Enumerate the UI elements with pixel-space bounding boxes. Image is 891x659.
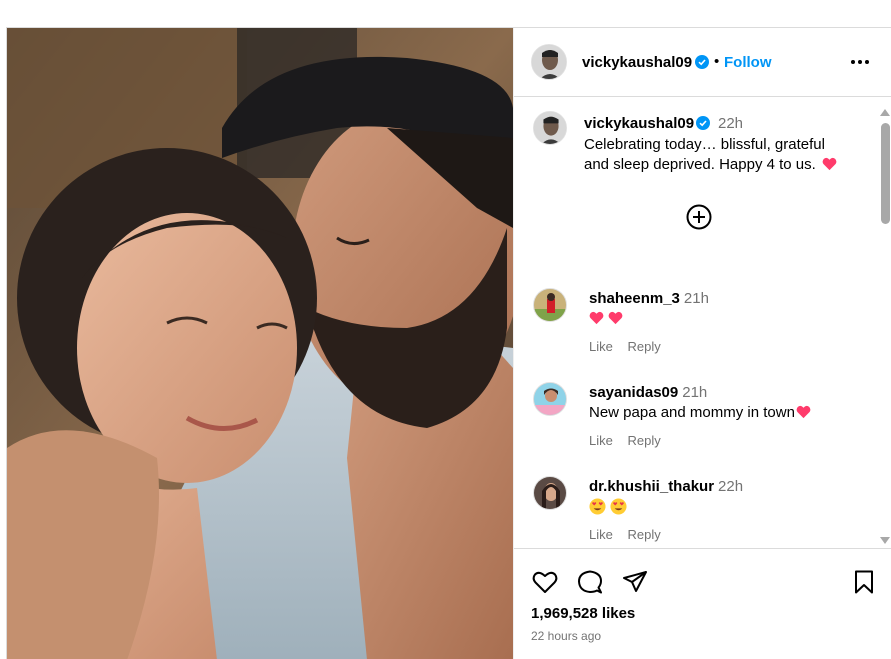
- comment-header: shaheenm_3 21h: [589, 290, 709, 307]
- avatar-image: [534, 383, 566, 415]
- comment-timestamp[interactable]: 22h: [718, 478, 743, 495]
- commenter-username[interactable]: sayanidas09: [589, 384, 678, 401]
- comment-timestamp[interactable]: 21h: [684, 290, 709, 307]
- comment-reply-button[interactable]: Reply: [627, 433, 660, 448]
- comment-like-button[interactable]: Like: [589, 527, 613, 542]
- post-side-panel: vickykaushal09 • Follow vickykaushal09 2…: [513, 28, 891, 659]
- heart-eyes-emoji-icon: [610, 498, 627, 515]
- comment-item: shaheenm_3 21h Like Reply: [514, 288, 874, 378]
- heart-emoji-icon: [589, 311, 604, 325]
- scrollbar-thumb[interactable]: [881, 123, 890, 224]
- post-dialog: vickykaushal09 • Follow vickykaushal09 2…: [6, 27, 891, 659]
- caption-username[interactable]: vickykaushal09: [584, 115, 694, 132]
- comment-item: dr.khushii_thakur 22h Like Reply: [514, 476, 874, 551]
- heart-eyes-emoji-icon: [589, 498, 606, 515]
- avatar-image: [532, 45, 566, 79]
- verified-icon: [695, 55, 709, 69]
- author-username[interactable]: vickykaushal09: [582, 54, 692, 71]
- follow-button[interactable]: Follow: [724, 54, 772, 71]
- post-footer: 1,969,528 likes 22 hours ago: [514, 548, 891, 659]
- avatar-image: [534, 477, 566, 509]
- caption-text: Celebrating today… blissful, grateful an…: [584, 135, 854, 175]
- comment-text: [589, 310, 627, 327]
- load-more-comments-icon[interactable]: [686, 204, 712, 230]
- commenter-avatar[interactable]: [533, 288, 567, 322]
- avatar-image: [534, 112, 566, 144]
- heart-icon[interactable]: [531, 568, 559, 596]
- couple-photo-image: [7, 28, 513, 659]
- commenter-username[interactable]: dr.khushii_thakur: [589, 478, 714, 495]
- comments-list[interactable]: vickykaushal09 22h Celebrating today… bl…: [514, 98, 891, 551]
- post-timestamp[interactable]: 22 hours ago: [531, 629, 601, 643]
- share-icon[interactable]: [621, 568, 649, 596]
- comment-like-button[interactable]: Like: [589, 433, 613, 448]
- likes-count[interactable]: 1,969,528 likes: [531, 605, 635, 622]
- avatar-image: [534, 289, 566, 321]
- verified-icon: [696, 116, 710, 130]
- caption-line-2: and sleep deprived. Happy 4 to us.: [584, 156, 816, 173]
- caption-timestamp[interactable]: 22h: [718, 115, 743, 132]
- comment-item: sayanidas09 21h New papa and mommy in tow…: [514, 382, 874, 472]
- commenter-avatar[interactable]: [533, 382, 567, 416]
- post-header: vickykaushal09 • Follow: [514, 28, 891, 97]
- comment-text: New papa and mommy in town: [589, 404, 815, 421]
- bookmark-icon[interactable]: [850, 568, 878, 596]
- commenter-username[interactable]: shaheenm_3: [589, 290, 680, 307]
- heart-emoji-icon: [796, 405, 811, 419]
- comment-header: dr.khushii_thakur 22h: [589, 478, 743, 495]
- heart-emoji-icon: [608, 311, 623, 325]
- comment-timestamp[interactable]: 21h: [682, 384, 707, 401]
- commenter-avatar[interactable]: [533, 476, 567, 510]
- separator-dot: •: [714, 53, 720, 70]
- caption-author-avatar[interactable]: [533, 111, 567, 145]
- comment-actions: Like Reply: [589, 527, 672, 542]
- scroll-down-arrow-icon[interactable]: [879, 533, 891, 544]
- comment-actions: Like Reply: [589, 339, 672, 354]
- comment-reply-button[interactable]: Reply: [627, 339, 660, 354]
- comment-text-body: New papa and mommy in town: [589, 404, 795, 421]
- comment-actions: Like Reply: [589, 433, 672, 448]
- author-avatar[interactable]: [531, 44, 567, 80]
- caption-line-1: Celebrating today… blissful, grateful: [584, 136, 825, 153]
- comment-reply-button[interactable]: Reply: [627, 527, 660, 542]
- more-icon[interactable]: [848, 50, 872, 74]
- heart-emoji-icon: [822, 157, 837, 171]
- comment-like-button[interactable]: Like: [589, 339, 613, 354]
- comment-header: sayanidas09 21h: [589, 384, 707, 401]
- comment-icon[interactable]: [576, 568, 604, 596]
- scroll-up-arrow-icon[interactable]: [879, 104, 891, 116]
- post-photo[interactable]: [7, 28, 513, 659]
- comment-text: [589, 498, 631, 516]
